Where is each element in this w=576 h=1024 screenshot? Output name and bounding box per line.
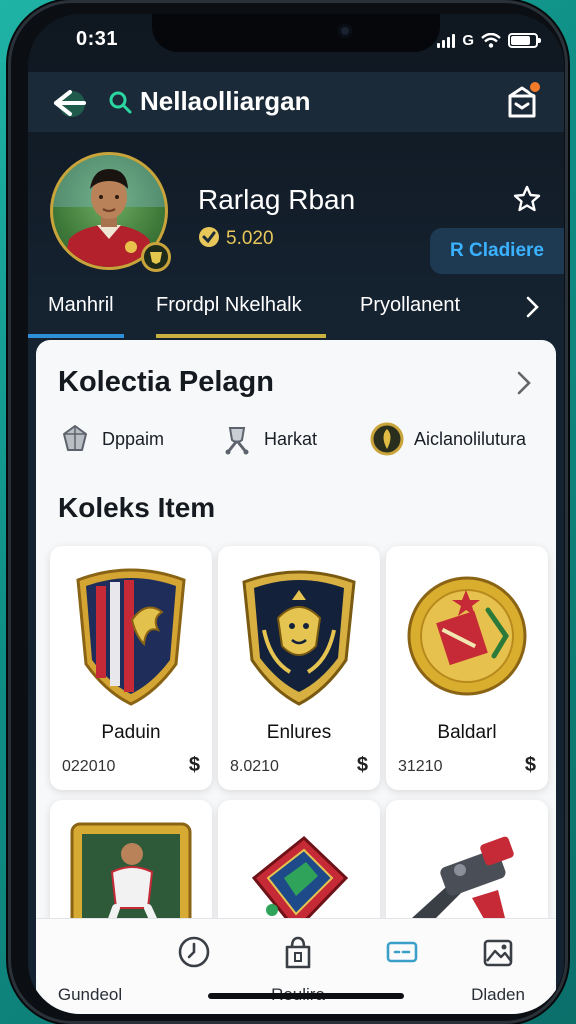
items-section-title: Koleks Item xyxy=(58,492,216,523)
back-button[interactable] xyxy=(50,86,88,120)
page-title: Nellaolliargan xyxy=(140,86,311,116)
lion-shield-icon xyxy=(242,570,356,706)
crest-shield-icon xyxy=(76,568,186,706)
currency-icon: $ xyxy=(524,754,536,776)
chevron-right-icon[interactable] xyxy=(522,294,542,320)
category-label: Dppaim xyxy=(102,428,165,449)
collection-panel: Kolectia Pelagn Dppaim Harkat Aiclanolil… xyxy=(36,340,556,1014)
status-bar: 0:31 G xyxy=(28,26,564,56)
clock-icon xyxy=(178,936,210,968)
collection-title: Kolectia Pelagn xyxy=(58,366,274,398)
wifi-icon xyxy=(481,33,501,48)
status-time: 0:31 xyxy=(76,28,119,50)
tab-indicator-active xyxy=(28,334,124,338)
profile-name: Rarlag Rban xyxy=(198,184,356,215)
bottom-navigation: Gundeol Reulira xyxy=(36,918,556,1014)
tab-bar: Manhril Frordpl Nkelhalk Pryollanent xyxy=(28,294,564,340)
tab-indicator-secondary xyxy=(156,334,326,338)
top-app-bar: Nellaolliargan xyxy=(28,72,564,132)
ticket-icon xyxy=(386,941,418,963)
challenge-button[interactable]: R Cladiere xyxy=(430,228,564,274)
nav-tickets[interactable] xyxy=(350,935,454,985)
item-card[interactable]: Baldarl 31210 $ xyxy=(386,546,548,790)
item-price: 022010 xyxy=(62,758,116,775)
item-name: Baldarl xyxy=(437,722,497,743)
network-type: G xyxy=(462,32,474,49)
favorite-star-icon[interactable] xyxy=(512,184,542,214)
item-name: Paduin xyxy=(101,722,161,743)
nav-gallery[interactable]: Dladen xyxy=(446,935,550,1005)
tab-pryollanent[interactable]: Pryollanent xyxy=(360,294,460,317)
app-screen: 0:31 G Nellaolliargan Rarlag Rban 5.020 … xyxy=(28,14,564,1014)
nav-home[interactable]: Gundeol xyxy=(38,935,142,1005)
notification-badge xyxy=(528,80,542,94)
home-indicator[interactable] xyxy=(208,993,404,999)
gallery-icon xyxy=(483,939,513,967)
search-icon[interactable] xyxy=(108,90,132,114)
bag-icon xyxy=(285,936,311,969)
category-row: Dppaim Harkat Aiclanolilutura xyxy=(58,422,538,462)
nav-history[interactable] xyxy=(142,935,246,985)
nav-label: Gundeol xyxy=(57,985,123,1004)
gem-icon xyxy=(63,425,87,451)
signal-icon xyxy=(437,33,456,48)
tab-manhril[interactable]: Manhril xyxy=(48,294,114,317)
coin-icon xyxy=(199,227,219,247)
item-price: 8.0210 xyxy=(230,758,279,775)
tab-frordpl[interactable]: Frordpl Nkelhalk xyxy=(156,294,302,317)
phone-frame: 0:31 G Nellaolliargan Rarlag Rban 5.020 … xyxy=(8,0,568,1024)
verified-icon xyxy=(141,242,171,272)
nav-label: Dladen xyxy=(471,985,525,1004)
gold-medal-icon xyxy=(407,576,527,696)
currency-icon: $ xyxy=(356,754,368,776)
battery-icon xyxy=(508,33,541,48)
emblem-icon xyxy=(370,422,404,456)
category-label: Harkat xyxy=(264,428,318,449)
category-label: Aiclanolilutura xyxy=(414,428,527,449)
coin-balance: 5.020 xyxy=(226,228,274,249)
chevron-right-icon[interactable] xyxy=(514,368,534,398)
item-card[interactable]: Paduin 022010 $ xyxy=(50,546,212,790)
category-gems[interactable]: Dppaim xyxy=(58,422,164,456)
category-trophies[interactable]: Harkat xyxy=(220,422,317,456)
status-indicators: G xyxy=(437,32,541,49)
item-price: 31210 xyxy=(398,758,443,775)
item-name: Enlures xyxy=(266,722,332,743)
currency-icon: $ xyxy=(188,754,200,776)
item-card[interactable]: Enlures 8.0210 $ xyxy=(218,546,380,790)
category-emblems[interactable]: Aiclanolilutura xyxy=(370,422,526,456)
trophy-icon xyxy=(225,427,249,455)
